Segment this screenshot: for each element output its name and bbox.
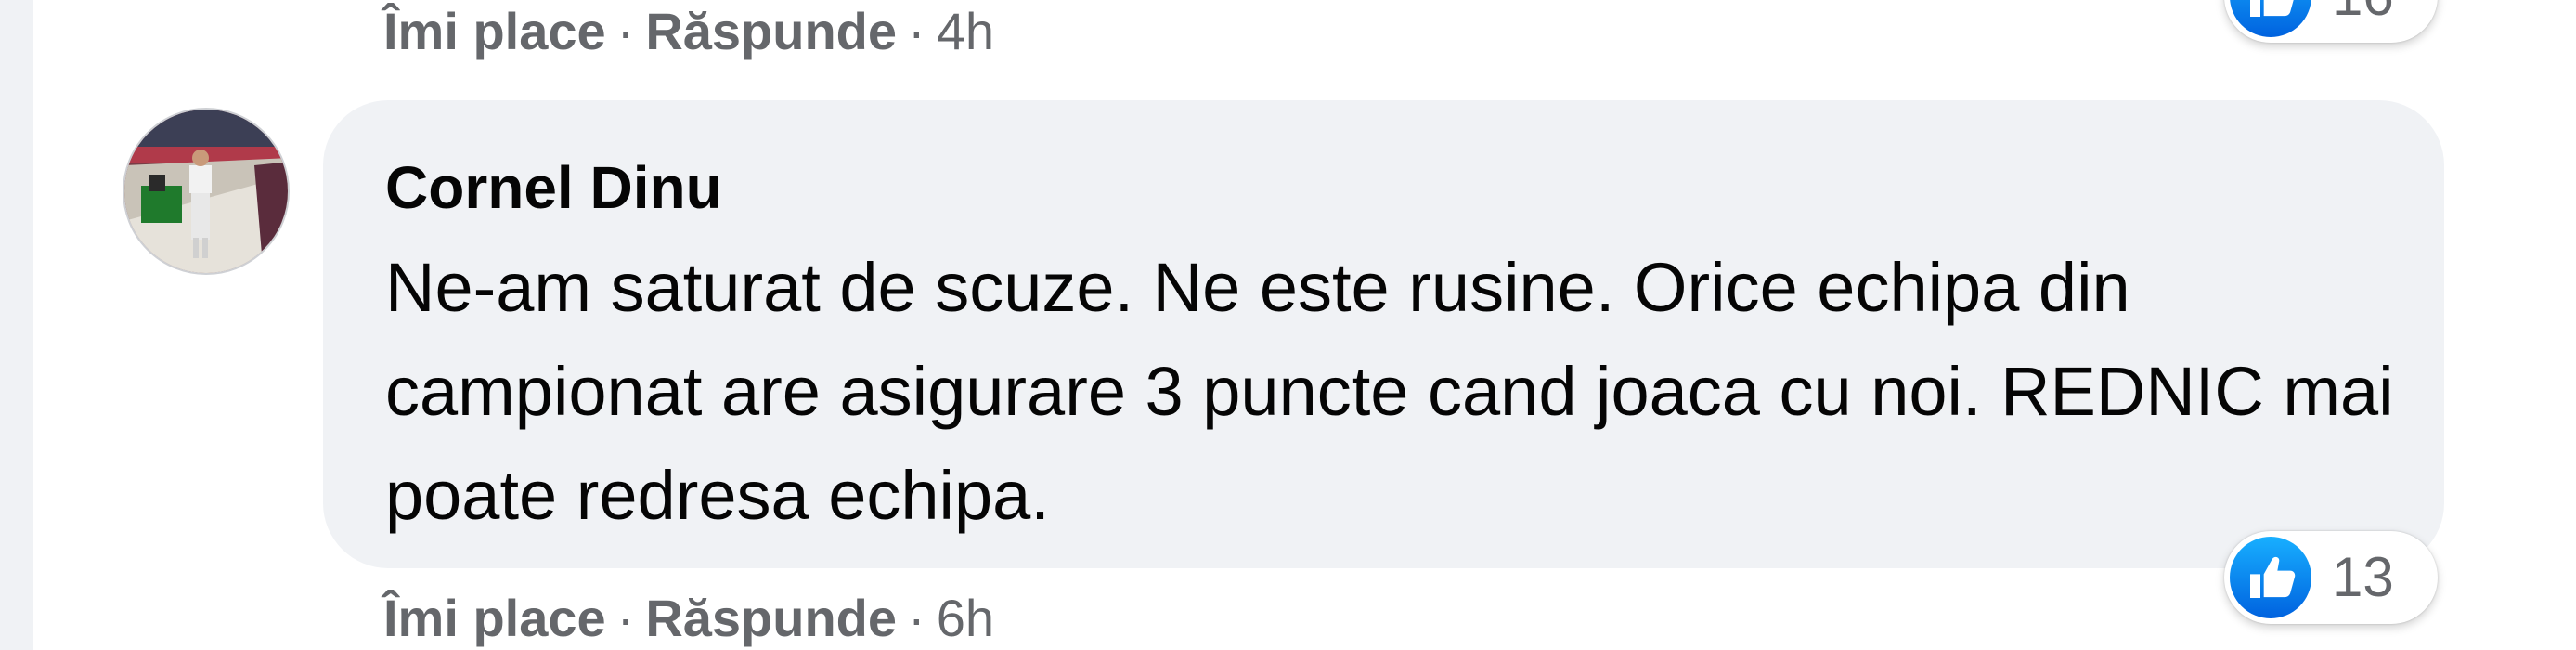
like-link[interactable]: Îmi place	[383, 589, 606, 647]
reply-link[interactable]: Răspunde	[645, 589, 897, 647]
comment-text: Ne-am saturat de scuze. Ne este rusine. …	[385, 249, 2394, 534]
reactions-badge[interactable]: 13	[2224, 531, 2438, 624]
like-icon	[2230, 0, 2311, 37]
comment-actions: Îmi place · Răspunde · 6h	[383, 589, 994, 648]
separator-2: ·	[908, 589, 926, 647]
separator-1: ·	[616, 589, 635, 647]
prev-like-link[interactable]: Îmi place	[383, 2, 606, 60]
like-icon	[2230, 537, 2311, 618]
prev-reactions-badge[interactable]: 16	[2224, 0, 2438, 43]
prev-timestamp[interactable]: 4h	[937, 2, 994, 60]
prev-reply-link[interactable]: Răspunde	[645, 2, 897, 60]
avatar[interactable]	[123, 108, 290, 275]
prev-comment-actions: Îmi place · Răspunde · 4h	[383, 2, 994, 61]
prev-separator-1: ·	[616, 2, 635, 60]
comment-author[interactable]: Cornel Dinu	[385, 150, 722, 225]
timestamp[interactable]: 6h	[937, 589, 994, 647]
avatar-image	[124, 110, 288, 273]
prev-reaction-count: 16	[2332, 0, 2394, 24]
left-rail	[0, 0, 33, 650]
reaction-count: 13	[2332, 546, 2394, 608]
prev-separator-2: ·	[908, 2, 926, 60]
